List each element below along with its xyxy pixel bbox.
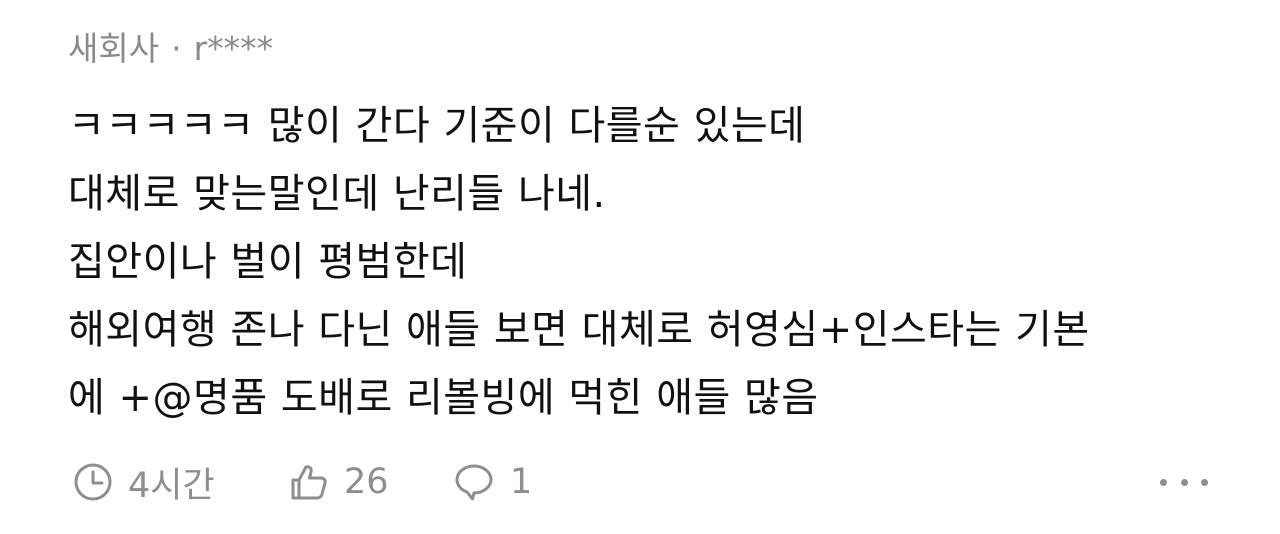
author-company: 새회사: [68, 29, 160, 68]
like-button[interactable]: 26: [288, 456, 389, 508]
clock-icon: [74, 463, 112, 501]
like-count: 26: [344, 462, 389, 502]
reply-count: 1: [510, 462, 533, 502]
timestamp-label: 4시간: [128, 465, 215, 506]
thumbs-up-icon: [291, 465, 327, 500]
comment-card: 새회사 · r**** ㅋㅋㅋㅋㅋ 많이 간다 기준이 다를순 있는데 대체로 맞는…: [0, 0, 1280, 534]
comment-line: 해외여행 존나 다닌 애들 보면 대체로 허영심+인스타는 기본: [68, 307, 1090, 353]
comment-line: 집안이나 벌이 평범한데: [68, 239, 468, 285]
comment-actions: 4시간 26 1: [68, 456, 1208, 508]
more-options-button[interactable]: [1160, 464, 1208, 500]
author-name[interactable]: r****: [194, 29, 274, 68]
more-dots-icon: [1160, 478, 1208, 486]
comment-line: 에 +@명품 도배로 리볼빙에 먹힌 애들 많음: [68, 375, 819, 421]
speech-bubble-icon: [455, 464, 493, 501]
comment-body: ㅋㅋㅋㅋㅋ 많이 간다 기준이 다를순 있는데 대체로 맞는말인데 난리들 나네…: [68, 92, 1248, 432]
timestamp: 4시간: [72, 456, 215, 508]
reply-button[interactable]: 1: [452, 456, 532, 508]
comment-line: ㅋㅋㅋㅋㅋ 많이 간다 기준이 다를순 있는데: [68, 103, 806, 149]
comment-meta: 새회사 · r****: [68, 26, 273, 72]
comment-line: 대체로 맞는말인데 난리들 나네.: [68, 171, 606, 217]
meta-separator: ·: [171, 29, 182, 68]
